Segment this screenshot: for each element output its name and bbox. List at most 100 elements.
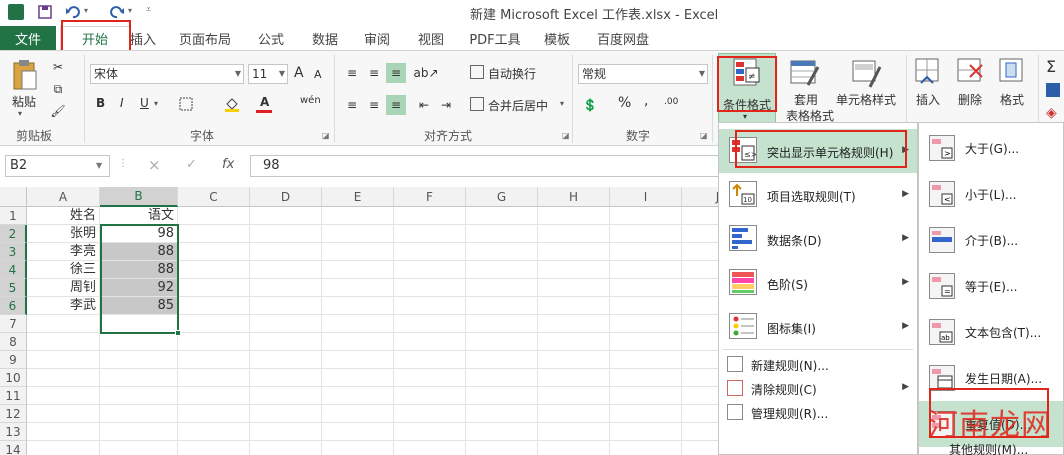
wrap-text-button[interactable]: 自动换行: [488, 65, 536, 82]
increase-decimal-button[interactable]: .00: [664, 97, 678, 107]
cell[interactable]: [100, 333, 178, 351]
name-box[interactable]: B2: [5, 155, 110, 177]
cell[interactable]: [250, 423, 322, 441]
cell[interactable]: [538, 225, 610, 243]
paste-button[interactable]: 粘贴: [12, 93, 36, 110]
cell[interactable]: [466, 297, 538, 315]
row-header[interactable]: 1: [0, 207, 27, 225]
submenu-item-equal-to[interactable]: = 等于(E)...: [919, 263, 1063, 309]
row-header[interactable]: 3: [0, 243, 27, 261]
cell[interactable]: [250, 207, 322, 225]
tab-insert[interactable]: 插入: [130, 26, 156, 50]
align-left-icon[interactable]: ≡: [342, 95, 362, 115]
cell[interactable]: 周钊: [27, 279, 100, 297]
cell[interactable]: [610, 387, 682, 405]
cell[interactable]: 88: [100, 243, 178, 261]
cell[interactable]: [466, 279, 538, 297]
cell[interactable]: [394, 441, 466, 455]
tab-file[interactable]: 文件: [0, 26, 56, 50]
align-center-icon[interactable]: ≡: [364, 95, 384, 115]
cell[interactable]: [178, 279, 250, 297]
bold-button[interactable]: B: [96, 96, 105, 110]
cell[interactable]: [322, 387, 394, 405]
cell[interactable]: [322, 225, 394, 243]
cell[interactable]: [178, 207, 250, 225]
select-all-corner[interactable]: [0, 187, 27, 207]
cell[interactable]: 李亮: [27, 243, 100, 261]
cell[interactable]: [394, 387, 466, 405]
phonetic-guide-button[interactable]: wén: [300, 95, 321, 106]
customize-toolbar-icon[interactable]: ⩡: [146, 5, 151, 15]
cell[interactable]: [466, 243, 538, 261]
cell[interactable]: [538, 351, 610, 369]
column-header[interactable]: F: [394, 187, 466, 207]
cell[interactable]: [100, 387, 178, 405]
format-cells-button[interactable]: 格式: [1000, 91, 1024, 108]
align-top-icon[interactable]: ≡: [342, 63, 362, 83]
cell[interactable]: [322, 315, 394, 333]
redo-dropdown-icon[interactable]: ▾: [128, 6, 132, 15]
cell[interactable]: [178, 405, 250, 423]
increase-indent-icon[interactable]: ⇥: [436, 95, 456, 115]
cell[interactable]: [250, 405, 322, 423]
cell[interactable]: [538, 261, 610, 279]
cell[interactable]: [27, 333, 100, 351]
cell[interactable]: [250, 333, 322, 351]
cell[interactable]: [538, 387, 610, 405]
decrease-indent-icon[interactable]: ⇤: [414, 95, 434, 115]
cell[interactable]: [394, 405, 466, 423]
cell[interactable]: [610, 369, 682, 387]
font-size-select[interactable]: 11 ▼: [248, 64, 288, 84]
redo-icon[interactable]: [108, 3, 126, 21]
cell[interactable]: [178, 333, 250, 351]
cell[interactable]: [466, 405, 538, 423]
cell[interactable]: [538, 207, 610, 225]
menu-item-highlight-cells-rules[interactable]: ≤> 突出显示单元格规则(H) ▶: [719, 129, 917, 173]
cell[interactable]: [178, 441, 250, 455]
tab-view[interactable]: 视图: [408, 26, 454, 50]
cell-styles-button[interactable]: 单元格样式: [836, 91, 896, 108]
row-header[interactable]: 9: [0, 351, 27, 369]
row-header[interactable]: 4: [0, 261, 27, 279]
cell[interactable]: [178, 243, 250, 261]
cell[interactable]: [322, 297, 394, 315]
cell[interactable]: [250, 225, 322, 243]
cell[interactable]: [538, 441, 610, 455]
cell[interactable]: [322, 369, 394, 387]
cell[interactable]: [27, 315, 100, 333]
row-header[interactable]: 2: [0, 225, 27, 243]
cell[interactable]: [322, 405, 394, 423]
column-header[interactable]: D: [250, 187, 322, 207]
cell[interactable]: [322, 261, 394, 279]
merge-dropdown-icon[interactable]: ▾: [560, 99, 564, 108]
delete-cells-button[interactable]: 删除: [958, 91, 982, 108]
tab-pdf-tools[interactable]: PDF工具: [462, 26, 528, 50]
italic-button[interactable]: I: [120, 96, 124, 110]
cell[interactable]: [178, 387, 250, 405]
cell[interactable]: [610, 441, 682, 455]
cell[interactable]: [610, 333, 682, 351]
cell[interactable]: 徐三: [27, 261, 100, 279]
column-header[interactable]: B: [100, 187, 178, 207]
cell[interactable]: 张明: [27, 225, 100, 243]
menu-item-icon-sets[interactable]: 图标集(I) ▶: [719, 305, 917, 349]
submenu-item-less-than[interactable]: < 小于(L)...: [919, 171, 1063, 217]
cell[interactable]: [610, 405, 682, 423]
font-color-button[interactable]: A: [260, 95, 269, 109]
row-header[interactable]: 7: [0, 315, 27, 333]
column-header[interactable]: G: [466, 187, 538, 207]
cell[interactable]: [322, 423, 394, 441]
cell[interactable]: [610, 351, 682, 369]
cell[interactable]: [178, 261, 250, 279]
confirm-entry-button[interactable]: ✓: [186, 157, 197, 172]
menu-item-data-bars[interactable]: 数据条(D) ▶: [719, 217, 917, 261]
cell[interactable]: [394, 261, 466, 279]
row-header[interactable]: 13: [0, 423, 27, 441]
cell[interactable]: [394, 207, 466, 225]
cell[interactable]: [27, 441, 100, 455]
cell[interactable]: [610, 315, 682, 333]
cell[interactable]: [27, 369, 100, 387]
cell[interactable]: [250, 261, 322, 279]
cell[interactable]: [610, 261, 682, 279]
cell[interactable]: [27, 423, 100, 441]
